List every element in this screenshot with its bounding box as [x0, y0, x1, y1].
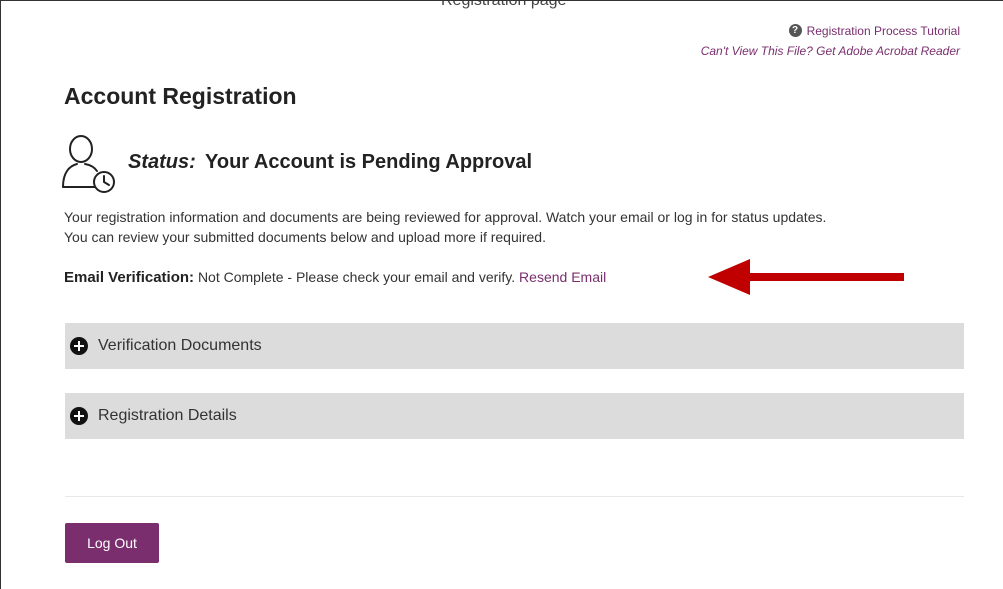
status-text: Status: Your Account is Pending Approval	[128, 151, 532, 174]
tutorial-link[interactable]: ? Registration Process Tutorial	[788, 21, 960, 41]
divider	[65, 496, 964, 497]
email-verification-label: Email Verification:	[64, 269, 195, 286]
red-arrow-icon	[708, 259, 904, 295]
user-clock-icon	[62, 135, 115, 193]
description-line-2: You can review your submitted documents …	[64, 229, 546, 245]
email-verification-text: Not Complete - Please check your email a…	[197, 269, 516, 285]
page: Registration page ? Registration Process…	[0, 0, 1003, 589]
acrobat-reader-link[interactable]: Can't View This File? Get Adobe Acrobat …	[701, 41, 960, 61]
accordion-verification-documents[interactable]: Verification Documents	[65, 323, 964, 369]
cut-off-header-text: Registration page	[441, 0, 567, 9]
resend-email-link[interactable]: Resend Email	[519, 269, 606, 285]
accordion-label: Registration Details	[98, 407, 237, 424]
email-verification-row: Email Verification: Not Complete - Pleas…	[64, 269, 606, 286]
page-title: Account Registration	[64, 83, 297, 109]
top-links: ? Registration Process Tutorial Can't Vi…	[701, 19, 960, 61]
plus-circle-icon	[70, 407, 88, 425]
status-label: Status:	[128, 150, 196, 173]
description: Your registration information and docume…	[64, 207, 964, 247]
logout-button[interactable]: Log Out	[65, 523, 159, 563]
plus-circle-icon	[70, 337, 88, 355]
accordion-registration-details[interactable]: Registration Details	[65, 393, 964, 439]
description-line-1: Your registration information and docume…	[64, 209, 827, 225]
status-row: Status: Your Account is Pending Approval	[55, 129, 532, 195]
accordion-label: Verification Documents	[98, 337, 262, 354]
help-circle-icon: ?	[788, 24, 802, 37]
status-value: Your Account is Pending Approval	[205, 150, 533, 173]
tutorial-link-label: Registration Process Tutorial	[806, 23, 960, 38]
